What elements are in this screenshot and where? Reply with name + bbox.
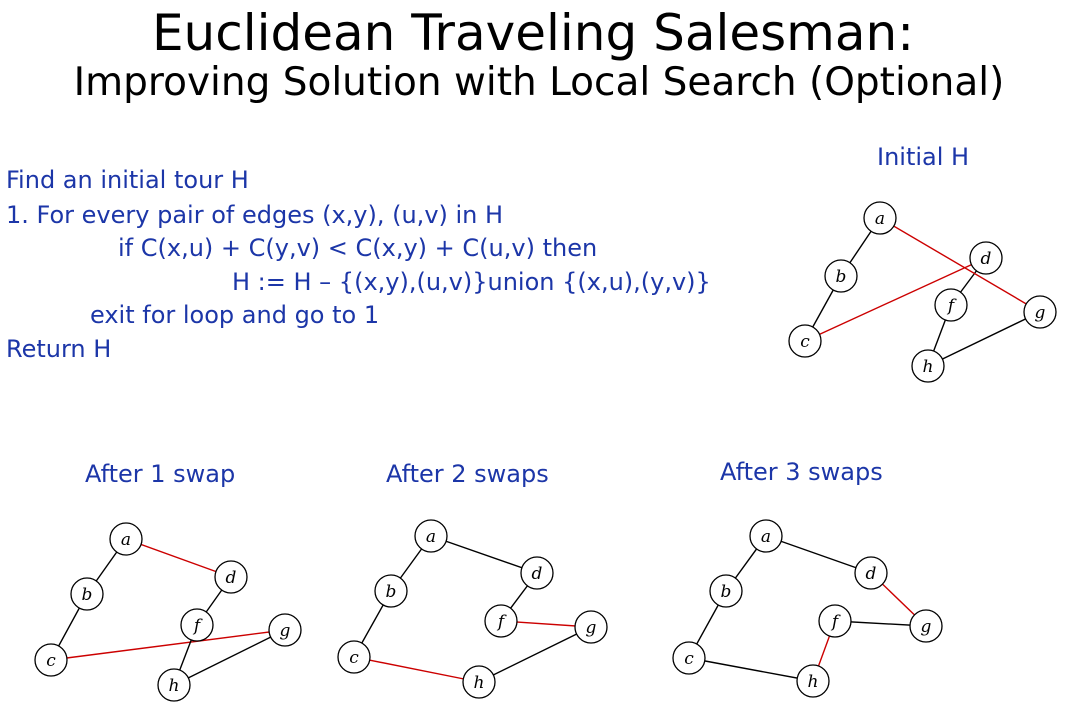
node-label-h: h bbox=[808, 672, 819, 692]
node-label-a: a bbox=[761, 527, 771, 547]
node-label-c: c bbox=[684, 649, 694, 669]
node-label-d: d bbox=[866, 564, 877, 584]
node-a: a bbox=[749, 519, 783, 553]
node-g: g bbox=[909, 609, 943, 643]
node-label-g: g bbox=[921, 617, 932, 637]
node-c: c bbox=[672, 641, 706, 675]
tour-graph-after-3-swaps: a b c df g h bbox=[672, 519, 943, 698]
node-b: b bbox=[709, 574, 743, 608]
node-d: d bbox=[854, 556, 888, 590]
node-label-b: b bbox=[721, 582, 732, 602]
edge-d-a bbox=[765, 535, 872, 574]
node-h: h bbox=[796, 664, 830, 698]
node-f: f bbox=[818, 604, 852, 638]
edge-c-h bbox=[688, 657, 814, 682]
